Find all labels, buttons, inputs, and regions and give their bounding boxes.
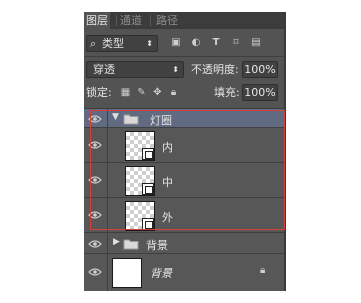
folder-icon	[123, 239, 139, 250]
lock-label: 锁定:	[86, 86, 112, 99]
lock-icon: 🔒︎	[260, 265, 266, 276]
smart-object-icon	[142, 218, 154, 230]
smart-object-icon	[142, 148, 154, 160]
smart-object-icon	[142, 183, 154, 195]
layer-background[interactable]: 背景 🔒︎	[84, 254, 284, 291]
layer-name: 背景	[146, 239, 168, 252]
chevron-updown-icon: ⬍	[146, 39, 153, 48]
expand-right-icon[interactable]: ▶	[113, 237, 120, 247]
panel-scrollbar[interactable]	[284, 12, 286, 291]
layer-group-beijing[interactable]: ▶ 背景	[84, 233, 284, 254]
eye-icon[interactable]	[88, 239, 102, 249]
type-filter-icon[interactable]: T	[210, 37, 222, 48]
layer-name: 外	[162, 211, 173, 224]
lock-position-icon[interactable]: ✥	[152, 87, 163, 98]
lock-row: 锁定: ▦ ✎ ✥ 🔒︎ 填充: 100%	[84, 81, 284, 109]
layer-zhong[interactable]: 中	[84, 163, 284, 198]
fill-label: 填充:	[214, 86, 240, 99]
adjustment-filter-icon[interactable]: ◐	[190, 37, 202, 48]
layer-name: 灯圈	[150, 114, 172, 127]
blend-mode-select[interactable]: 穿透 ⬍	[86, 61, 184, 78]
layer-group-dengquan[interactable]: ▼ 灯圈	[84, 109, 284, 128]
expand-down-icon[interactable]: ▼	[112, 112, 119, 122]
folder-icon	[123, 114, 139, 125]
opacity-field[interactable]: 100%	[242, 61, 278, 78]
layer-nei[interactable]: 内	[84, 128, 284, 163]
search-icon: ⌕	[90, 37, 97, 50]
layer-name: 内	[162, 141, 173, 154]
lock-all-icon[interactable]: 🔒︎	[168, 87, 179, 98]
layer-name: 中	[162, 176, 173, 189]
shape-filter-icon[interactable]: ⌑	[230, 37, 242, 48]
opacity-label: 不透明度:	[191, 63, 239, 76]
filter-row: ⌕ 类型 ⬍ ▣ ◐ T ⌑ ▤	[84, 29, 284, 57]
smart-object-filter-icon[interactable]: ▤	[250, 37, 262, 48]
panel-tabs: 图层 通道 路径	[84, 12, 284, 29]
eye-icon[interactable]	[88, 175, 102, 185]
eye-icon[interactable]	[88, 114, 102, 124]
lock-pixels-icon[interactable]: ✎	[136, 87, 147, 98]
layers-panel: 图层 通道 路径 ⌕ 类型 ⬍ ▣ ◐ T ⌑ ▤ 穿透 ⬍ 不透明度: 100…	[84, 12, 284, 291]
chevron-updown-icon: ⬍	[172, 65, 179, 74]
tab-layers[interactable]: 图层	[84, 12, 110, 29]
layer-wai[interactable]: 外	[84, 198, 284, 233]
image-filter-icon[interactable]: ▣	[170, 37, 182, 48]
filter-kind-select[interactable]: ⌕ 类型 ⬍	[86, 35, 158, 52]
layers-list: ▼ 灯圈 内 中 外 ▶ 背景 背景 🔒︎	[84, 109, 284, 291]
layer-thumbnail	[125, 201, 155, 231]
tab-channels[interactable]: 通道	[118, 12, 144, 29]
layer-name: 背景	[150, 267, 172, 280]
eye-icon[interactable]	[88, 210, 102, 220]
layer-thumbnail	[125, 166, 155, 196]
eye-icon[interactable]	[88, 140, 102, 150]
blend-row: 穿透 ⬍ 不透明度: 100%	[84, 57, 284, 81]
layer-thumbnail	[125, 131, 155, 161]
lock-transparent-icon[interactable]: ▦	[120, 87, 131, 98]
filter-kind-label: 类型	[102, 37, 124, 50]
layer-thumbnail	[112, 258, 142, 288]
fill-field[interactable]: 100%	[242, 84, 278, 101]
blend-mode-label: 穿透	[93, 63, 115, 76]
tab-paths[interactable]: 路径	[154, 12, 180, 29]
eye-icon[interactable]	[88, 267, 102, 277]
